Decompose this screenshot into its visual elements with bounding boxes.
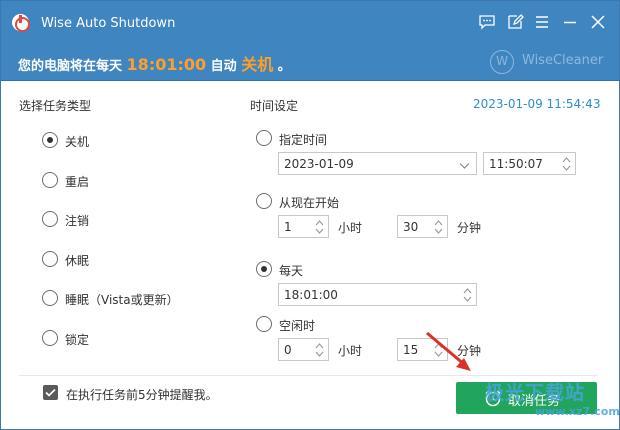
- radio-button[interactable]: [42, 172, 58, 188]
- divider: [19, 375, 597, 376]
- summary-prefix: 您的电脑将在每天: [18, 59, 123, 74]
- reminder-checkbox[interactable]: [43, 385, 58, 400]
- radio-button[interactable]: [256, 130, 272, 146]
- hours-unit: 小时: [338, 344, 363, 358]
- radio-label: 空闲时: [279, 319, 316, 333]
- radio-label: 每天: [279, 264, 304, 278]
- edit-icon[interactable]: [506, 13, 524, 31]
- time-value: 11:50:07: [489, 157, 543, 171]
- spinner-icon[interactable]: [314, 218, 325, 236]
- task-type-heading: 选择任务类型: [19, 99, 92, 113]
- radio-button[interactable]: [42, 290, 58, 306]
- radio-button[interactable]: [42, 330, 58, 346]
- radio-button[interactable]: [256, 261, 272, 277]
- time-setting-heading: 时间设定: [250, 99, 299, 113]
- radio-button[interactable]: [42, 211, 58, 227]
- spinner-icon[interactable]: [314, 341, 325, 359]
- feedback-icon[interactable]: [478, 13, 496, 31]
- summary-suffix: 。: [277, 59, 291, 74]
- current-datetime: 2023-01-09 11:54:43: [473, 97, 601, 111]
- chevron-down-icon[interactable]: [459, 159, 470, 173]
- radio-label: 休眠: [65, 254, 90, 268]
- app-logo-icon: [12, 14, 30, 32]
- specific-time-input[interactable]: 11:50:07: [483, 152, 576, 175]
- summary-action: 关机: [241, 55, 274, 74]
- minutes-value: 30: [403, 220, 419, 234]
- radio-label: 指定时间: [279, 133, 328, 147]
- spinner-icon[interactable]: [462, 286, 473, 304]
- window-title: Wise Auto Shutdown: [41, 16, 176, 31]
- app-window: Wise Auto Shutdown 您的电脑将在每天 18:01:00 自动 …: [0, 0, 620, 430]
- schedule-summary: 您的电脑将在每天 18:01:00 自动 关机 。: [18, 51, 291, 75]
- date-value: 2023-01-09: [284, 157, 354, 171]
- wisecleaner-logo-icon: W: [490, 50, 514, 74]
- reminder-label: 在执行任务前5分钟提醒我。: [66, 388, 218, 402]
- spinner-icon[interactable]: [561, 155, 572, 173]
- minimize-icon[interactable]: [561, 13, 579, 31]
- radio-label: 睡眠（Vista或更新）: [65, 293, 179, 307]
- from-now-minutes-input[interactable]: 30: [397, 215, 448, 238]
- hours-value: 0: [284, 343, 292, 357]
- from-now-hours-input[interactable]: 1: [278, 215, 329, 238]
- annotation-arrow-icon: [426, 331, 471, 371]
- radio-button[interactable]: [256, 193, 272, 209]
- time-value: 18:01:00: [284, 288, 338, 302]
- radio-label: 关机: [65, 135, 90, 149]
- idle-hours-input[interactable]: 0: [278, 338, 329, 361]
- radio-button[interactable]: [256, 316, 272, 332]
- close-icon[interactable]: [589, 13, 607, 31]
- radio-label: 从现在开始: [279, 196, 340, 210]
- radio-button[interactable]: [42, 251, 58, 267]
- summary-time: 18:01:00: [126, 55, 207, 74]
- daily-time-input[interactable]: 18:01:00: [278, 283, 477, 306]
- date-picker[interactable]: 2023-01-09: [278, 152, 477, 175]
- title-bar[interactable]: Wise Auto Shutdown: [1, 1, 619, 43]
- minutes-unit: 分钟: [457, 221, 482, 235]
- wisecleaner-brand: WiseCleaner: [522, 53, 604, 68]
- radio-label: 重启: [65, 175, 90, 189]
- menu-icon[interactable]: [533, 13, 551, 31]
- hours-value: 1: [284, 220, 292, 234]
- spinner-icon[interactable]: [433, 218, 444, 236]
- watermark: 极光下载站: [485, 382, 586, 404]
- minutes-value: 15: [403, 343, 419, 357]
- radio-button[interactable]: [42, 132, 58, 148]
- watermark-url: www.xz7.com: [535, 405, 620, 418]
- summary-middle: 自动: [210, 59, 237, 74]
- hours-unit: 小时: [338, 221, 363, 235]
- radio-label: 注销: [65, 214, 90, 228]
- radio-label: 锁定: [65, 333, 90, 347]
